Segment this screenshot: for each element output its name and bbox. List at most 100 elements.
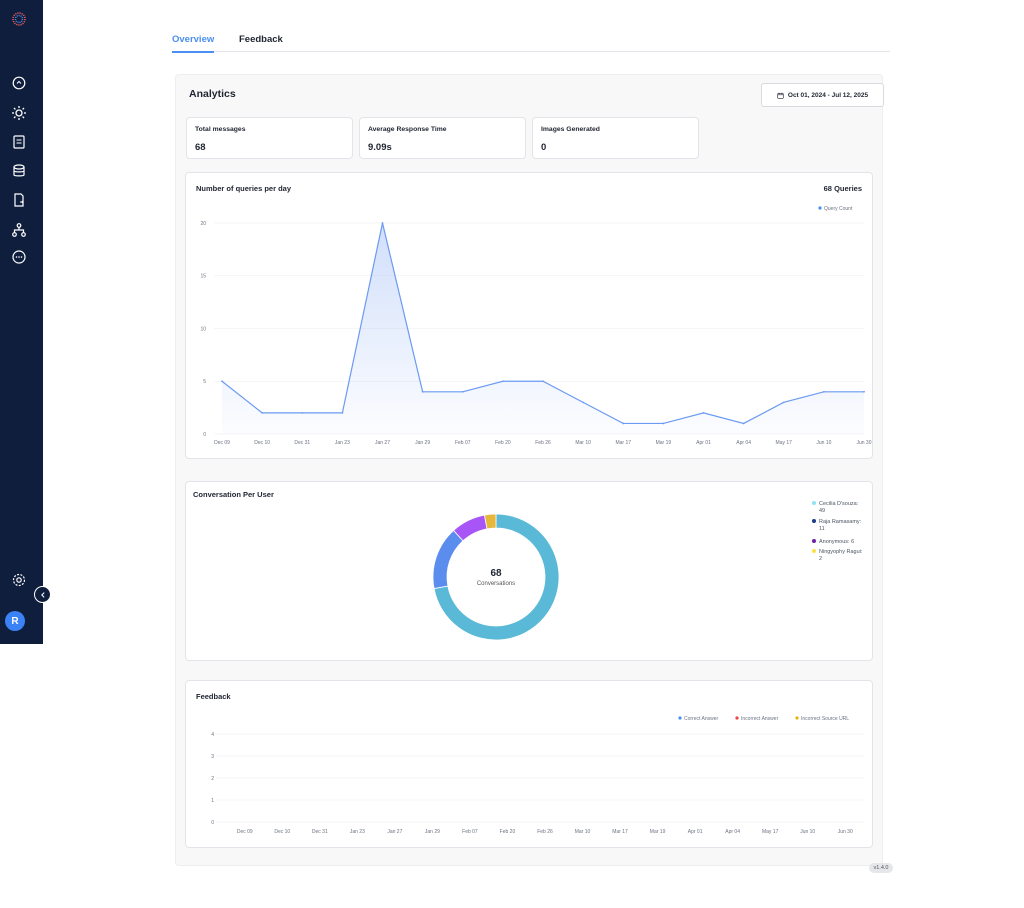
stat-card-avg-response: Average Response Time 9.09s: [359, 117, 526, 159]
donut-center-value: 68: [490, 568, 502, 579]
x-tick-label: Mar 10: [575, 829, 591, 835]
feedback-chart: 0 1 2 3 4 Dec 09 Dec 10 Dec 31 Jan 23 Jan 27 Jan 2…: [211, 716, 864, 835]
donut-center-label: Conversations: [477, 581, 515, 587]
x-tick-label: Mar 17: [615, 440, 631, 446]
stat-card-total-messages: Total messages 68: [186, 117, 353, 159]
x-tick-label: Jan 29: [415, 440, 430, 446]
legend-dot: [812, 539, 816, 543]
x-tick-label: Jan 27: [375, 440, 390, 446]
x-tick-label: Jan 29: [425, 829, 440, 835]
page-title: Analytics: [189, 88, 236, 100]
x-tick-label: Jun 30: [856, 440, 871, 446]
x-tick-label: Jun 10: [816, 440, 831, 446]
x-tick-label: Feb 20: [500, 829, 516, 835]
data-point: [501, 380, 504, 383]
conversation-donut-chart: 68 Conversations Cecilia D'souza:49 Raja Ra…: [432, 501, 863, 641]
y-tick-label: 1: [211, 798, 214, 804]
data-point: [782, 401, 785, 404]
data-point: [301, 412, 304, 414]
x-tick-label: Jun 30: [838, 829, 853, 835]
legend-label: Ningyophy Ragui:: [819, 549, 863, 555]
tab-feedback[interactable]: Feedback: [239, 34, 283, 51]
stat-value: 68: [195, 142, 206, 153]
x-tick-label: Mar 19: [656, 440, 672, 446]
x-tick-label: Dec 31: [294, 440, 310, 446]
y-tick-label: 0: [203, 432, 206, 438]
analytics-panel: Analytics Oct 01, 2024 - Jul 12, 2025 To…: [175, 74, 884, 866]
x-tick-label: Apr 01: [688, 829, 703, 835]
hierarchy-icon[interactable]: [10, 221, 28, 239]
legend-dot: [795, 716, 799, 720]
data-point: [341, 412, 344, 414]
tab-overview[interactable]: Overview: [172, 34, 215, 53]
file-export-icon[interactable]: [10, 191, 28, 209]
legend-label: Incorrect Source URL: [801, 716, 849, 722]
feedback-chart-card: Feedback 0 1 2 3 4 Dec 09 Dec 10 Dec 31 Jan 23 Ja…: [185, 680, 873, 848]
x-tick-label: Dec 31: [312, 829, 328, 835]
x-tick-label: Feb 26: [535, 440, 551, 446]
legend-dot: [812, 549, 816, 553]
collapse-sidebar-button[interactable]: [34, 586, 51, 603]
sidebar: R: [0, 0, 43, 644]
legend-dot: [812, 519, 816, 523]
x-tick-label: Feb 07: [462, 829, 478, 835]
stat-value: 0: [541, 142, 547, 153]
data-point: [542, 380, 544, 383]
y-tick-label: 15: [200, 274, 206, 280]
legend-dot: [818, 206, 822, 210]
x-tick-label: Apr 04: [736, 440, 751, 446]
chat-icon[interactable]: [10, 74, 28, 92]
data-point: [421, 390, 424, 393]
x-tick-label: Jun 10: [800, 829, 815, 835]
chevron-left-icon: [40, 591, 45, 598]
x-tick-label: Dec 09: [237, 829, 253, 835]
y-tick-label: 20: [200, 221, 206, 227]
x-tick-label: Mar 17: [612, 829, 628, 835]
x-tick-label: Apr 04: [725, 829, 740, 835]
y-tick-label: 10: [200, 326, 206, 332]
document-icon[interactable]: [10, 133, 28, 151]
data-point: [461, 390, 464, 393]
x-tick-label: Jan 23: [335, 440, 350, 446]
y-tick-label: 2: [211, 776, 214, 782]
sun-icon[interactable]: [10, 104, 28, 122]
data-point: [863, 390, 865, 393]
queries-chart-card: Number of queries per day 68 Queries 051…: [185, 172, 873, 459]
y-tick-label: 0: [211, 820, 214, 826]
x-tick-label: May 17: [762, 829, 779, 835]
x-tick-label: Feb 20: [495, 440, 511, 446]
legend-label: 2: [819, 556, 822, 562]
message-icon[interactable]: [10, 248, 28, 266]
x-tick-label: Feb 26: [537, 829, 553, 835]
legend-label: Anonymous: 6: [819, 539, 854, 545]
x-tick-label: Apr 01: [696, 440, 711, 446]
stat-label: Average Response Time: [368, 126, 447, 133]
gear-icon[interactable]: [10, 571, 28, 589]
date-range-label: Oct 01, 2024 - Jul 12, 2025: [787, 91, 869, 99]
data-point: [742, 422, 745, 425]
data-point: [582, 401, 585, 404]
logo-icon[interactable]: [10, 10, 28, 28]
date-range-picker[interactable]: Oct 01, 2024 - Jul 12, 2025: [761, 83, 884, 107]
data-point: [381, 222, 384, 224]
queries-chart: 0 5 10 15 20 Dec 09 Dec 10 Dec 31 Jan 23 Jan 27 Ja…: [200, 206, 871, 446]
legend-dot: [678, 716, 682, 720]
data-point: [622, 422, 625, 425]
x-tick-label: Mar 10: [575, 440, 591, 446]
stat-card-images-generated: Images Generated 0: [532, 117, 699, 159]
data-point: [261, 412, 264, 414]
legend-dot: [735, 716, 739, 720]
legend-dot: [812, 501, 816, 505]
x-tick-label: Feb 07: [455, 440, 471, 446]
database-icon[interactable]: [10, 162, 28, 180]
data-point: [221, 380, 223, 383]
tab-bar: Overview Feedback: [172, 30, 890, 53]
legend-label: Correct Answer: [684, 716, 719, 722]
x-tick-label: Dec 10: [254, 440, 270, 446]
legend-label: Cecilia D'souza:: [819, 501, 859, 507]
y-tick-label: 4: [211, 732, 214, 738]
avatar[interactable]: R: [5, 611, 25, 631]
stat-label: Images Generated: [541, 126, 600, 133]
x-tick-label: Jan 27: [387, 829, 402, 835]
y-tick-label: 5: [203, 379, 206, 385]
